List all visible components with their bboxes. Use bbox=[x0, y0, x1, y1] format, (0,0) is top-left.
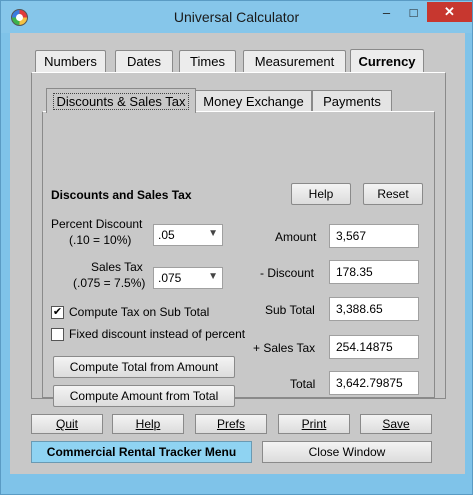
subtotal-field[interactable]: 3,388.65 bbox=[329, 297, 419, 321]
tab-measurement[interactable]: Measurement bbox=[243, 50, 346, 72]
tab-numbers[interactable]: Numbers bbox=[35, 50, 106, 72]
chevron-down-icon: ▼ bbox=[208, 228, 218, 239]
close-window-button[interactable]: Close Window bbox=[262, 441, 432, 463]
percent-discount-hint: (.10 = 10%) bbox=[69, 233, 132, 247]
close-button[interactable]: ✕ bbox=[427, 2, 472, 22]
subtab-money-exchange[interactable]: Money Exchange bbox=[195, 90, 312, 112]
help-button[interactable]: Help bbox=[291, 183, 351, 205]
prefs-button[interactable]: Prefs bbox=[195, 414, 267, 434]
compute-amount-from-total-button[interactable]: Compute Amount from Total bbox=[53, 385, 235, 407]
fixed-discount-checkbox[interactable] bbox=[51, 328, 64, 341]
compute-total-from-amount-button[interactable]: Compute Total from Amount bbox=[53, 356, 235, 378]
salestax-field[interactable]: 254.14875 bbox=[329, 335, 419, 359]
subtotal-label: Sub Total bbox=[265, 303, 315, 317]
fixed-discount-label: Fixed discount instead of percent bbox=[69, 327, 246, 341]
section-heading: Discounts and Sales Tax bbox=[51, 188, 192, 202]
total-field[interactable]: 3,642.79875 bbox=[329, 371, 419, 395]
reset-button[interactable]: Reset bbox=[363, 183, 423, 205]
tab-times[interactable]: Times bbox=[179, 50, 236, 72]
tab-dates[interactable]: Dates bbox=[115, 50, 173, 72]
sales-tax-label: Sales Tax bbox=[91, 260, 143, 274]
help-bottom-button[interactable]: Help bbox=[112, 414, 184, 434]
percent-discount-value: .05 bbox=[158, 228, 175, 242]
discounts-panel: Discounts and Sales Tax Help Reset Perce… bbox=[42, 111, 435, 407]
discount-field[interactable]: 178.35 bbox=[329, 260, 419, 284]
total-label: Total bbox=[290, 377, 316, 391]
amount-label: Amount bbox=[275, 230, 317, 244]
print-button[interactable]: Print bbox=[278, 414, 350, 434]
discount-label: - Discount bbox=[260, 266, 315, 280]
amount-field[interactable]: 3,567 bbox=[329, 224, 419, 248]
subtab-payments[interactable]: Payments bbox=[312, 90, 392, 112]
subtab-discounts-sales-tax[interactable]: Discounts & Sales Tax bbox=[46, 88, 196, 113]
rental-tracker-menu-button[interactable]: Commercial Rental Tracker Menu bbox=[31, 441, 252, 463]
salestax-label: + Sales Tax bbox=[253, 341, 316, 355]
maximize-button[interactable]: □ bbox=[400, 2, 427, 22]
quit-button[interactable]: Quit bbox=[31, 414, 103, 434]
compute-tax-checkbox[interactable]: ✔ bbox=[51, 306, 64, 319]
title-bar[interactable]: Universal Calculator – □ ✕ bbox=[1, 1, 472, 33]
minimize-button[interactable]: – bbox=[373, 2, 400, 22]
tab-currency[interactable]: Currency bbox=[350, 49, 424, 72]
save-button[interactable]: Save bbox=[360, 414, 432, 434]
sales-tax-value: .075 bbox=[158, 271, 182, 285]
currency-panel: Discounts & Sales Tax Money Exchange Pay… bbox=[31, 72, 446, 407]
app-window: Universal Calculator – □ ✕ Numbers Dates… bbox=[0, 0, 473, 495]
sales-tax-hint: (.075 = 7.5%) bbox=[73, 276, 146, 290]
subtab-label: Discounts & Sales Tax bbox=[53, 92, 189, 110]
compute-tax-label: Compute Tax on Sub Total bbox=[69, 305, 210, 319]
client-area: Numbers Dates Times Measurement Currency… bbox=[10, 33, 465, 474]
chevron-down-icon: ▼ bbox=[208, 271, 218, 282]
sales-tax-select[interactable]: .075 ▼ bbox=[153, 267, 223, 289]
percent-discount-label: Percent Discount bbox=[51, 217, 143, 231]
percent-discount-select[interactable]: .05 ▼ bbox=[153, 224, 223, 246]
